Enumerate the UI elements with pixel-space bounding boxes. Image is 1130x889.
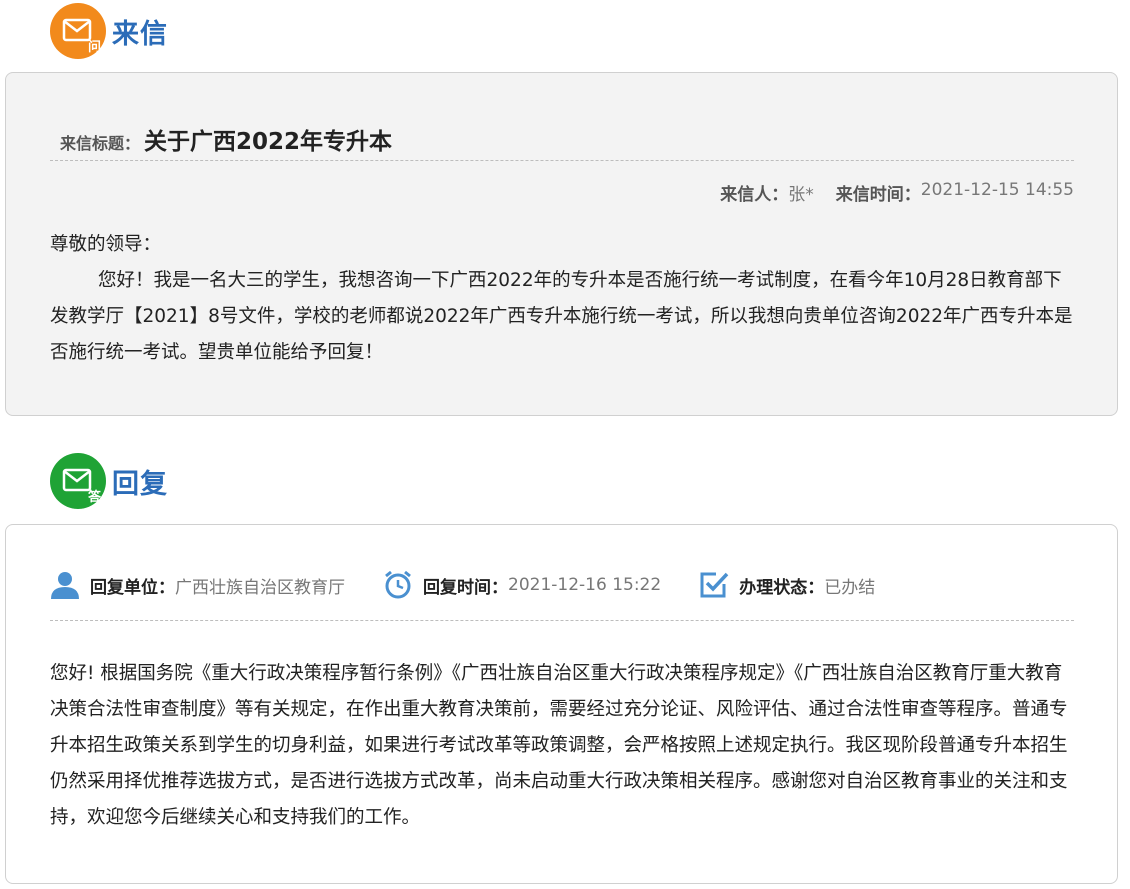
reply-heading: 回复 <box>112 468 168 500</box>
letter-heading: 来信 <box>112 18 168 50</box>
reply-unit-label: 回复单位： <box>90 577 175 598</box>
reply-time-value: 2021-12-16 15:22 <box>508 575 662 595</box>
alarm-clock-icon <box>385 570 411 599</box>
reply-section-header: 答 回复 <box>50 452 168 510</box>
letter-title-row: 来信标题： 关于广西2022年专升本 <box>60 122 392 156</box>
letter-greeting: 尊敬的领导： <box>50 234 162 255</box>
letter-body: 您好！我是一名大三的学生，我想咨询一下广西2022年的专升本是否施行统一考试制度… <box>50 270 1073 363</box>
letter-meta: 来信人： 张* 来信时间： 2021-12-15 14:55 <box>720 180 1074 205</box>
reply-unit: 回复单位： 广西壮族自治区教育厅 <box>50 570 345 600</box>
letter-answer-icon: 答 <box>50 453 106 509</box>
reply-icon-mark: 答 <box>87 490 101 505</box>
letter-time-label: 来信时间： <box>835 185 921 205</box>
reply-time-label: 回复时间： <box>423 577 508 598</box>
letter-title: 关于广西2022年专升本 <box>144 129 393 155</box>
reply-status-label: 办理状态： <box>739 577 825 598</box>
reply-body: 您好! 根据国务院《重大行政决策程序暂行条例》《广西壮族自治区重大行政决策程序规… <box>50 663 1068 828</box>
sender-label: 来信人： <box>720 185 789 205</box>
checkbox-icon <box>700 572 729 598</box>
user-icon <box>51 572 79 599</box>
reply-status-value: 已办结 <box>824 577 876 598</box>
reply-divider <box>50 620 1074 621</box>
reply-time: 回复时间： 2021-12-16 15:22 <box>383 570 661 600</box>
letter-section-header: 问 来信 <box>50 2 168 60</box>
letter-title-label: 来信标题： <box>60 134 141 153</box>
reply-status: 办理状态： 已办结 <box>699 570 875 600</box>
reply-unit-value: 广西壮族自治区教育厅 <box>175 577 345 598</box>
letter-time-value: 2021-12-15 14:55 <box>920 180 1074 200</box>
reply-meta: 回复单位： 广西壮族自治区教育厅 回复时间： 2021-12-16 15:22 … <box>50 567 913 603</box>
letter-divider <box>50 160 1074 161</box>
letter-icon-mark: 问 <box>87 40 101 55</box>
letter-question-icon: 问 <box>50 3 106 59</box>
sender-value: 张* <box>788 185 814 205</box>
